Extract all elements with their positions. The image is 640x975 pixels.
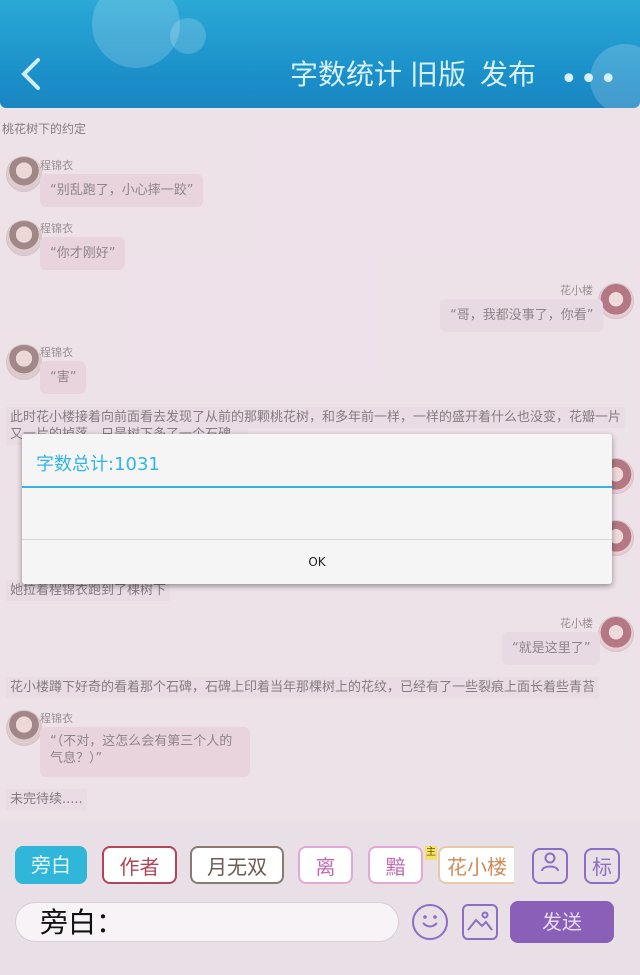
send-button[interactable]: 发送 [510,901,614,943]
character-chip[interactable]: 黯 [368,846,423,884]
character-chip[interactable]: 旁白 [15,846,87,884]
dialog-title: 字数总计:1031 [36,454,160,475]
decor-bubble [170,18,206,54]
bottom-toolbar [0,820,640,975]
word-count-dialog: 字数总计:1031 OK [22,434,612,584]
character-chip[interactable]: 花小楼 [438,846,514,884]
dialog-divider [22,486,612,488]
ok-button[interactable]: OK [22,540,612,584]
character-chip[interactable]: 作者 [102,846,177,884]
old-version-button[interactable]: 旧版 [410,58,466,92]
back-icon[interactable] [16,54,52,94]
publish-button[interactable]: 发布 [480,58,536,92]
more-dots-icon[interactable]: ••• [560,62,619,97]
character-chip[interactable]: 离 [298,846,353,884]
person-icon[interactable] [532,848,568,884]
mark-button[interactable]: 标 [584,848,620,884]
decor-bubble [92,0,180,68]
image-icon[interactable] [462,904,498,940]
app-header: 字数统计 旧版 发布 ••• [0,0,640,108]
character-chip[interactable]: 月无双 [190,846,284,884]
smiley-icon[interactable] [412,904,448,940]
message-input[interactable]: 旁白： [15,902,399,942]
word-count-button[interactable]: 字数统计 [290,58,402,92]
main-badge: 主 [425,846,437,860]
